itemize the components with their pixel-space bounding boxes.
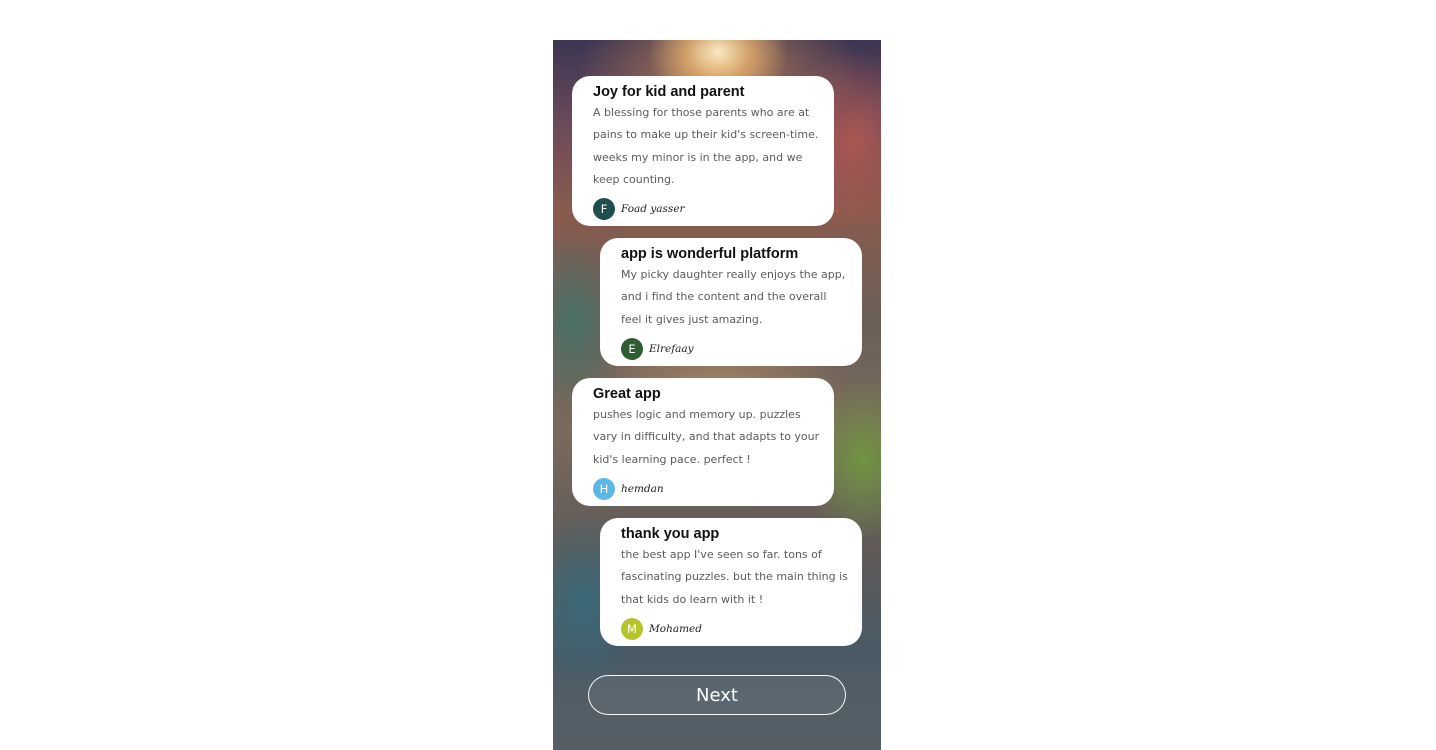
review-title: app is wonderful platform: [621, 246, 799, 262]
review-author: M Mohamed: [621, 618, 702, 640]
review-title: thank you app: [621, 526, 720, 542]
review-card: Joy for kid and parent A blessing for th…: [572, 76, 834, 226]
review-card: thank you app the best app I've seen so …: [600, 518, 862, 646]
author-name: hemdan: [621, 483, 664, 495]
review-card: app is wonderful platform My picky daugh…: [600, 238, 862, 366]
review-text: A blessing for those parents who are at …: [593, 106, 819, 186]
review-title: Joy for kid and parent: [593, 84, 745, 100]
review-text: pushes logic and memory up. puzzles vary…: [593, 408, 820, 466]
review-text: My picky daughter really enjoys the app,…: [621, 268, 846, 326]
avatar: H: [593, 478, 615, 500]
avatar-initial: F: [600, 202, 608, 216]
avatar-initial: M: [627, 622, 637, 636]
review-author: E Elrefaay: [621, 338, 694, 360]
avatar: M: [621, 618, 643, 640]
author-name: Elrefaay: [649, 343, 694, 355]
avatar: E: [621, 338, 643, 360]
author-name: Mohamed: [649, 623, 702, 635]
review-author: H hemdan: [593, 478, 664, 500]
avatar-initial: H: [599, 482, 609, 496]
onboarding-screen: Joy for kid and parent A blessing for th…: [553, 40, 881, 750]
avatar-initial: E: [628, 342, 636, 356]
next-button[interactable]: Next: [588, 675, 846, 715]
avatar: F: [593, 198, 615, 220]
author-name: Foad yasser: [621, 203, 685, 215]
review-title: Great app: [593, 386, 661, 402]
review-card: Great app pushes logic and memory up. pu…: [572, 378, 834, 506]
review-text: the best app I've seen so far. tons of f…: [621, 548, 848, 606]
review-author: F Foad yasser: [593, 198, 685, 220]
